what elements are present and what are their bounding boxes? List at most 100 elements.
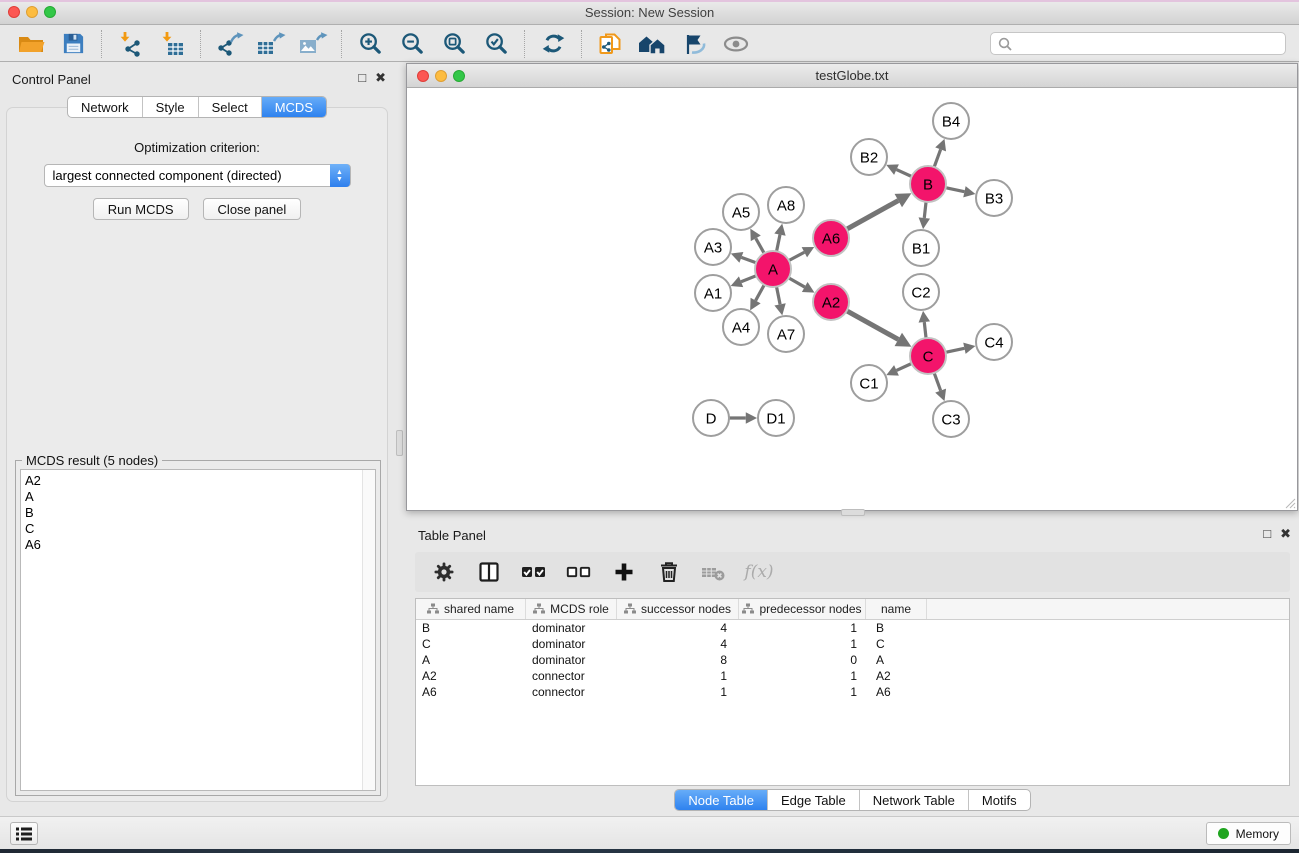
cell-shared-name[interactable]: A6 (416, 685, 526, 699)
zoom-fit-icon[interactable] (433, 28, 475, 60)
graph-node-A6[interactable]: A6 (813, 220, 849, 256)
eye-icon[interactable] (715, 28, 757, 60)
graph-edge-A-A6[interactable] (789, 247, 814, 261)
graph-node-B[interactable]: B (910, 166, 946, 202)
cell-name[interactable]: A6 (866, 685, 927, 699)
table-options-icon[interactable] (429, 557, 459, 587)
graph-edge-A-A5[interactable] (750, 229, 764, 254)
export-image-icon[interactable] (292, 28, 334, 60)
cell-mcds-role[interactable]: connector (526, 685, 617, 699)
result-item[interactable]: C (21, 521, 375, 537)
memory-button[interactable]: Memory (1206, 822, 1291, 845)
close-panel-icon[interactable]: ✖ (375, 70, 386, 86)
add-column-icon[interactable] (609, 557, 639, 587)
scrollbar-track[interactable] (362, 470, 375, 790)
delete-columns-icon[interactable] (654, 557, 684, 587)
graph-node-D1[interactable]: D1 (758, 400, 794, 436)
cell-predecessor-nodes[interactable]: 1 (739, 621, 866, 635)
network-graph-canvas[interactable]: AA1A3A5A8A4A7A6A2BB1B2B3B4CC1C2C3C4DD1 (407, 88, 1297, 510)
cell-successor-nodes[interactable]: 1 (617, 669, 739, 683)
hide-flag-icon[interactable] (673, 28, 715, 60)
column-header-shared-name[interactable]: shared name (416, 599, 526, 619)
cell-shared-name[interactable]: C (416, 637, 526, 651)
graph-node-A3[interactable]: A3 (695, 229, 731, 265)
export-network-icon[interactable] (208, 28, 250, 60)
cell-predecessor-nodes[interactable]: 1 (739, 637, 866, 651)
graph-node-B3[interactable]: B3 (976, 180, 1012, 216)
graph-edge-B-B4[interactable] (934, 139, 946, 167)
cell-name[interactable]: A (866, 653, 927, 667)
zoom-out-icon[interactable] (391, 28, 433, 60)
cell-successor-nodes[interactable]: 1 (617, 685, 739, 699)
graph-edge-B-B3[interactable] (946, 186, 976, 197)
graph-edge-A-A4[interactable] (750, 285, 764, 311)
cell-name[interactable]: A2 (866, 669, 927, 683)
task-history-button[interactable] (10, 822, 38, 845)
cell-successor-nodes[interactable]: 8 (617, 653, 739, 667)
tab-network-table[interactable]: Network Table (860, 790, 969, 810)
cell-predecessor-nodes[interactable]: 1 (739, 669, 866, 683)
export-table-icon[interactable] (250, 28, 292, 60)
column-header-name[interactable]: name (866, 599, 927, 619)
cell-shared-name[interactable]: B (416, 621, 526, 635)
graph-node-A1[interactable]: A1 (695, 275, 731, 311)
graph-node-A5[interactable]: A5 (723, 194, 759, 230)
graph-edge-A-A2[interactable] (789, 278, 815, 293)
criterion-dropdown[interactable]: largest connected component (directed) ▲… (44, 164, 351, 187)
tab-select[interactable]: Select (199, 97, 262, 117)
tab-style[interactable]: Style (143, 97, 199, 117)
tab-network[interactable]: Network (68, 97, 143, 117)
result-item[interactable]: A6 (21, 537, 375, 553)
column-header-mcds-role[interactable]: MCDS role (526, 599, 617, 619)
tab-node-table[interactable]: Node Table (675, 790, 768, 810)
cell-predecessor-nodes[interactable]: 1 (739, 685, 866, 699)
graph-edge-D-D1[interactable] (729, 412, 757, 424)
tab-edge-table[interactable]: Edge Table (768, 790, 860, 810)
graph-node-B1[interactable]: B1 (903, 230, 939, 266)
graph-node-C2[interactable]: C2 (903, 274, 939, 310)
tab-motifs[interactable]: Motifs (969, 790, 1030, 810)
graph-edge-A-A3[interactable] (731, 252, 756, 263)
graph-node-A4[interactable]: A4 (723, 309, 759, 345)
graph-node-C4[interactable]: C4 (976, 324, 1012, 360)
cell-predecessor-nodes[interactable]: 0 (739, 653, 866, 667)
cell-name[interactable]: C (866, 637, 927, 651)
graph-edge-C-C4[interactable] (946, 343, 976, 354)
graph-node-A[interactable]: A (755, 251, 791, 287)
delete-table-icon[interactable] (699, 557, 729, 587)
graph-node-C1[interactable]: C1 (851, 365, 887, 401)
graph-node-C[interactable]: C (910, 338, 946, 374)
run-mcds-button[interactable]: Run MCDS (93, 198, 189, 220)
cell-mcds-role[interactable]: connector (526, 669, 617, 683)
close-panel-icon[interactable]: ✖ (1280, 526, 1291, 542)
close-panel-button[interactable]: Close panel (203, 198, 302, 220)
graph-edge-A-A8[interactable] (774, 224, 785, 252)
graph-edge-A6-B[interactable] (847, 193, 912, 229)
float-panel-icon[interactable]: □ (358, 70, 366, 86)
search-input[interactable] (1017, 37, 1285, 51)
refresh-icon[interactable] (532, 28, 574, 60)
column-header-predecessor-nodes[interactable]: predecessor nodes (739, 599, 866, 619)
result-item[interactable]: B (21, 505, 375, 521)
table-row[interactable]: Bdominator41B (416, 620, 1289, 636)
cell-mcds-role[interactable]: dominator (526, 621, 617, 635)
vertical-splitter-handle[interactable] (396, 430, 403, 456)
show-columns-icon[interactable] (474, 557, 504, 587)
table-row[interactable]: Cdominator41C (416, 636, 1289, 652)
clone-network-icon[interactable] (589, 28, 631, 60)
graph-node-A2[interactable]: A2 (813, 284, 849, 320)
table-row[interactable]: A2connector11A2 (416, 668, 1289, 684)
resize-grip-icon[interactable] (1284, 497, 1296, 509)
table-row[interactable]: Adominator80A (416, 652, 1289, 668)
cell-successor-nodes[interactable]: 4 (617, 637, 739, 651)
column-header-successor-nodes[interactable]: successor nodes (617, 599, 739, 619)
cell-mcds-role[interactable]: dominator (526, 637, 617, 651)
horizontal-splitter-handle[interactable] (841, 509, 865, 516)
graph-edge-C-C3[interactable] (934, 373, 946, 401)
tab-mcds[interactable]: MCDS (262, 97, 326, 117)
cell-name[interactable]: B (866, 621, 927, 635)
graph-edge-C-C2[interactable] (919, 311, 930, 338)
select-all-icon[interactable] (519, 557, 549, 587)
result-item[interactable]: A (21, 489, 375, 505)
graph-node-D[interactable]: D (693, 400, 729, 436)
